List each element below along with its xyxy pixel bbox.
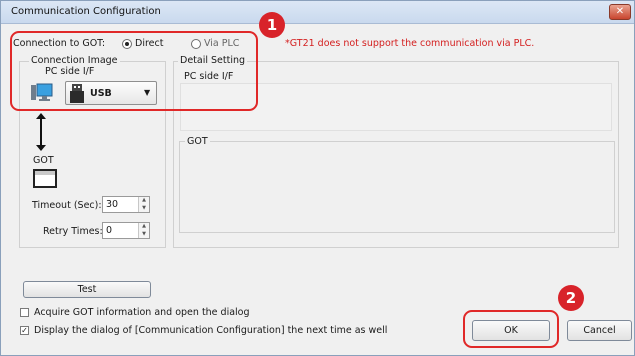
timeout-spin-buttons[interactable]: ▲ ▼ bbox=[138, 197, 149, 212]
annotation-box-2 bbox=[463, 310, 559, 348]
retry-times-label: Retry Times: bbox=[43, 226, 103, 237]
test-button[interactable]: Test bbox=[23, 281, 151, 298]
got-label: GOT bbox=[33, 155, 54, 166]
got-settings-group bbox=[179, 141, 615, 233]
timeout-value: 30 bbox=[106, 199, 119, 210]
got-screen-icon bbox=[33, 169, 57, 188]
annotation-marker-1: 1 bbox=[259, 12, 285, 38]
cancel-button[interactable]: Cancel bbox=[567, 320, 632, 341]
title-bar: Communication Configuration ✕ bbox=[1, 1, 634, 24]
window-title: Communication Configuration bbox=[11, 6, 161, 17]
display-dialog-next-time-checkbox[interactable]: ✓ bbox=[20, 326, 29, 335]
annotation-box-1 bbox=[10, 31, 258, 111]
connection-arrow-icon bbox=[36, 113, 46, 151]
retry-times-input[interactable]: 0 ▲ ▼ bbox=[102, 222, 150, 239]
retry-times-value: 0 bbox=[106, 225, 113, 236]
acquire-got-info-checkbox[interactable] bbox=[20, 308, 29, 317]
close-button[interactable]: ✕ bbox=[609, 4, 631, 20]
acquire-got-info-label: Acquire GOT information and open the dia… bbox=[34, 307, 250, 318]
detail-got-label: GOT bbox=[185, 136, 210, 147]
timeout-input[interactable]: 30 ▲ ▼ bbox=[102, 196, 150, 213]
retry-times-spin-buttons[interactable]: ▲ ▼ bbox=[138, 223, 149, 238]
via-plc-note: *GT21 does not support the communication… bbox=[285, 38, 535, 49]
timeout-label: Timeout (Sec): bbox=[32, 200, 102, 211]
communication-configuration-dialog: Communication Configuration ✕ Connection… bbox=[0, 0, 635, 356]
annotation-marker-2: 2 bbox=[558, 285, 584, 311]
display-dialog-next-time-label: Display the dialog of [Communication Con… bbox=[34, 325, 388, 336]
